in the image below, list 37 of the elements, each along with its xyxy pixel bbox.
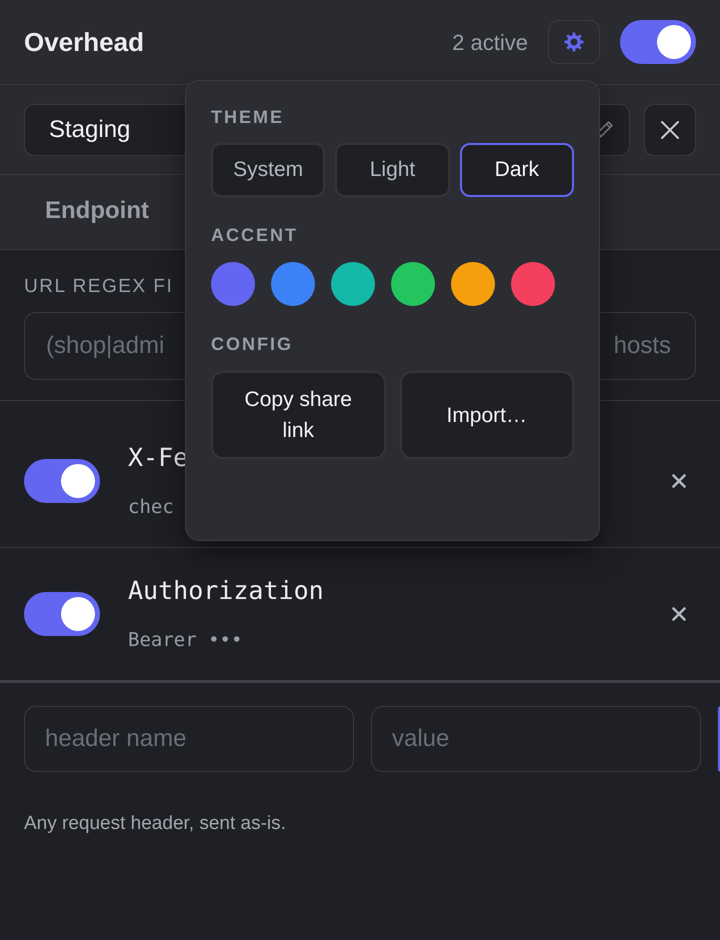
header-value: chec: [128, 495, 174, 519]
close-icon: [660, 120, 680, 140]
remove-button[interactable]: [672, 474, 686, 488]
header-name: Authorization: [128, 576, 324, 606]
accent-swatch-icon[interactable]: [451, 262, 495, 306]
tab[interactable]: Endpoint: [24, 175, 170, 250]
accent-swatch-icon[interactable]: [331, 262, 375, 306]
theme-option[interactable]: Light: [335, 143, 450, 197]
settings-icon: [564, 32, 584, 52]
settings-button[interactable]: [548, 20, 600, 64]
close-icon: [672, 474, 686, 488]
toggle-switch[interactable]: [24, 459, 100, 503]
help-text: Any request header, sent as-is.: [24, 812, 286, 836]
config-action-button[interactable]: Import…: [400, 371, 574, 459]
field-label: URL REGEX FI: [24, 275, 174, 299]
active-count: 2 active: [452, 28, 528, 56]
remove-button[interactable]: [672, 607, 686, 621]
app-title: Overhead: [24, 26, 144, 58]
toggle-switch[interactable]: [24, 592, 100, 636]
accent-swatch-icon[interactable]: [211, 262, 255, 306]
accent-swatch-icon[interactable]: [391, 262, 435, 306]
config-action-button[interactable]: Copy share link: [211, 371, 386, 459]
header-name-field[interactable]: header name: [24, 706, 354, 772]
theme-option[interactable]: System: [211, 143, 326, 197]
header-value: Bearer •••: [128, 628, 242, 652]
theme-option[interactable]: Dark: [460, 143, 574, 197]
section-label: ACCENT: [211, 224, 298, 246]
toggle-switch[interactable]: [620, 20, 696, 64]
placeholder-text: hosts: [614, 331, 671, 361]
header-name: X-Fe: [128, 443, 188, 473]
close-button[interactable]: [644, 104, 696, 156]
accent-swatch-icon[interactable]: [271, 262, 315, 306]
accent-swatch-icon[interactable]: [511, 262, 555, 306]
close-icon: [672, 607, 686, 621]
header-value-field[interactable]: value: [371, 706, 701, 772]
section-label: CONFIG: [211, 333, 293, 355]
section-label: THEME: [211, 106, 284, 128]
